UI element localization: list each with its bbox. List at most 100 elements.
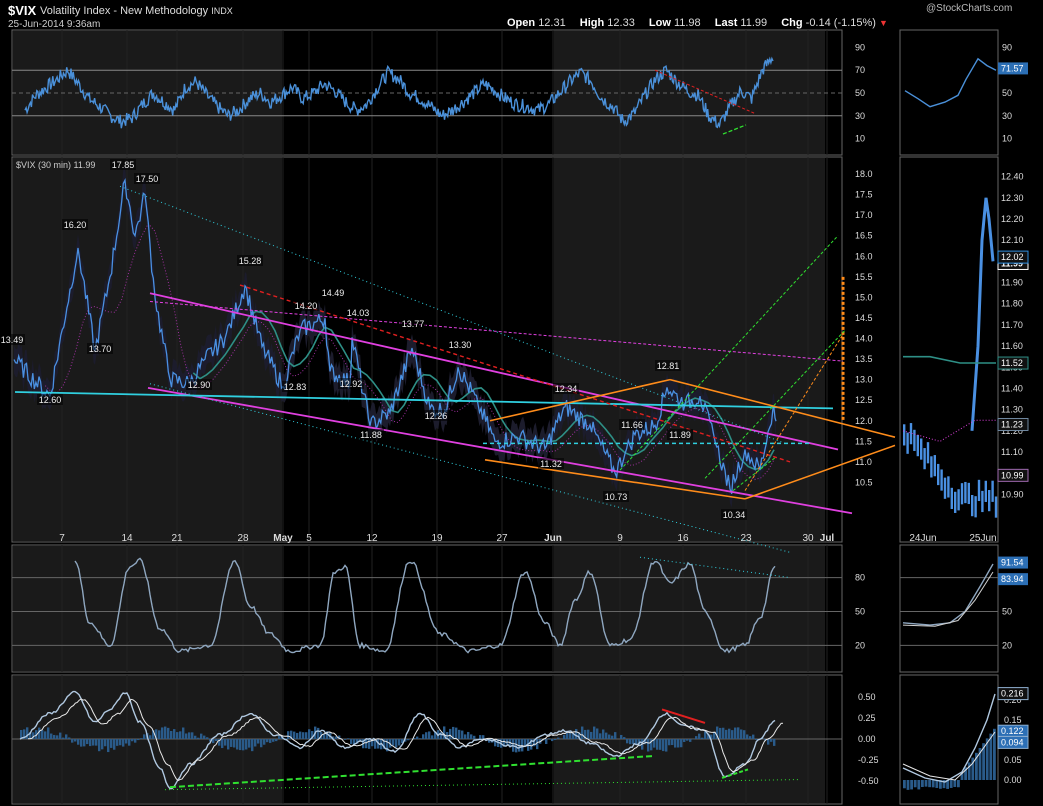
- macd-histogram-bar: [479, 735, 482, 739]
- x-tick-label: 14: [121, 533, 133, 544]
- price-y-tick: 17.0: [855, 210, 873, 220]
- macd-histogram-bar: [182, 727, 185, 739]
- index-name: Volatility Index - New Methodology INDX: [40, 5, 233, 17]
- macd-histogram-bar: [743, 730, 746, 739]
- macd-histogram-bar: [293, 731, 296, 739]
- intraday-macd-bar: [917, 780, 921, 790]
- macd-histogram-bar: [647, 739, 650, 752]
- macd-histogram-bar: [260, 739, 263, 748]
- index-name-text: Volatility Index - New Methodology: [40, 5, 209, 17]
- x-tick-label: 30: [802, 533, 814, 544]
- intraday-rsi-y-tick: 10: [1002, 134, 1012, 144]
- macd-histogram-bar: [158, 730, 161, 739]
- macd-y-tick: 0.00: [858, 734, 876, 744]
- macd-histogram-bar: [272, 739, 275, 742]
- macd-histogram-bar: [662, 739, 665, 752]
- macd-histogram-bar: [605, 732, 608, 739]
- macd-histogram-bar: [86, 739, 89, 745]
- intraday-candle: [947, 476, 950, 498]
- intraday-panel-rsi: [899, 29, 999, 156]
- macd-histogram-bar: [731, 730, 734, 739]
- macd-histogram-bar: [767, 739, 770, 745]
- macd-histogram-bar: [137, 739, 140, 741]
- macd-histogram-bar: [74, 739, 77, 742]
- intraday-macd-bar: [957, 780, 960, 788]
- price-annotation: 13.77: [402, 319, 425, 329]
- macd-histogram-bar: [590, 731, 593, 739]
- macd-histogram-bar: [431, 735, 434, 739]
- macd-histogram-bar: [53, 734, 56, 739]
- macd-histogram-bar: [656, 739, 659, 750]
- x-tick-label: 27: [496, 533, 508, 544]
- intraday-rsi-y-tick: 50: [1002, 88, 1012, 98]
- rsi-y-tick: 50: [855, 88, 865, 98]
- intraday-price-y-tick: 11.70: [1001, 320, 1023, 330]
- macd-histogram-bar: [473, 735, 476, 739]
- intraday-price-y-tick: 11.40: [1001, 383, 1023, 393]
- low-value: 11.98: [673, 17, 701, 29]
- macd-histogram-bar: [668, 739, 671, 746]
- x-tick-label: 28: [237, 533, 249, 544]
- rsi-y-tick: 30: [855, 111, 865, 121]
- x-tick-label: 16: [677, 533, 689, 544]
- macd-histogram-bar: [686, 739, 689, 741]
- macd-histogram-bar: [368, 739, 371, 749]
- macd-histogram-bar: [620, 734, 623, 739]
- macd-histogram-bar: [773, 739, 776, 746]
- macd-histogram-bar: [98, 739, 101, 752]
- macd-histogram-bar: [674, 739, 677, 748]
- intraday-candle: [943, 477, 947, 499]
- macd-histogram-bar: [755, 739, 758, 740]
- macd-histogram-bar: [458, 729, 461, 739]
- macd-histogram-bar: [566, 733, 569, 739]
- price-annotation: 12.81: [657, 361, 680, 371]
- macd-histogram-bar: [398, 739, 401, 746]
- macd-histogram-bar: [719, 727, 722, 739]
- price-annotation: 16.20: [64, 220, 87, 230]
- intraday-candle: [981, 490, 984, 513]
- price-annotation: 11.89: [669, 430, 691, 440]
- macd-histogram-bar: [515, 739, 518, 753]
- last-value: 11.99: [740, 17, 768, 29]
- intraday-rsi-y-tick: 90: [1002, 42, 1012, 52]
- macd-histogram-bar: [317, 727, 320, 739]
- intraday-candle: [988, 490, 991, 512]
- price-annotation: 13.30: [449, 340, 472, 350]
- macd-histogram-bar: [191, 732, 194, 739]
- macd-histogram-bar: [26, 727, 29, 739]
- macd-histogram-bar: [461, 730, 464, 739]
- intraday-candle: [960, 483, 964, 505]
- macd-histogram-bar: [734, 727, 737, 739]
- macd-histogram-bar: [614, 732, 617, 739]
- rsi-y-tick: 70: [855, 65, 865, 75]
- intraday-candle: [954, 491, 957, 513]
- intraday-macd-y-tick: 0.00: [1004, 775, 1022, 785]
- x-tick-label: 7: [59, 533, 65, 544]
- macd-histogram-bar: [659, 739, 662, 750]
- intraday-macd-bar: [906, 780, 910, 790]
- last-label: Last: [714, 17, 738, 29]
- macd-histogram-bar: [266, 739, 269, 743]
- macd-histogram-bar: [194, 735, 197, 739]
- macd-histogram-bar: [116, 739, 119, 746]
- intraday-candle: [926, 442, 930, 464]
- macd-histogram-bar: [449, 728, 452, 739]
- macd-histogram-bar: [224, 739, 227, 746]
- intraday-price-y-tick: 11.30: [1001, 405, 1023, 415]
- macd-histogram-bar: [635, 739, 638, 744]
- price-annotation: 13.49: [1, 335, 24, 345]
- macd-histogram-bar: [197, 737, 200, 739]
- macd-histogram-bar: [722, 727, 725, 739]
- intraday-candle: [977, 479, 981, 502]
- x-tick-label: 12: [366, 533, 378, 544]
- macd-histogram-bar: [62, 737, 65, 739]
- macd-histogram-bar: [308, 729, 311, 739]
- macd-histogram-bar: [587, 729, 590, 739]
- price-y-tick: 15.5: [855, 272, 873, 282]
- macd-histogram-bar: [608, 734, 611, 739]
- macd-histogram-bar: [125, 739, 128, 744]
- price-y-tick: 13.5: [855, 354, 873, 364]
- intraday-macd-bar: [928, 780, 931, 788]
- macd-histogram-bar: [59, 732, 62, 739]
- macd-histogram-bar: [740, 729, 743, 739]
